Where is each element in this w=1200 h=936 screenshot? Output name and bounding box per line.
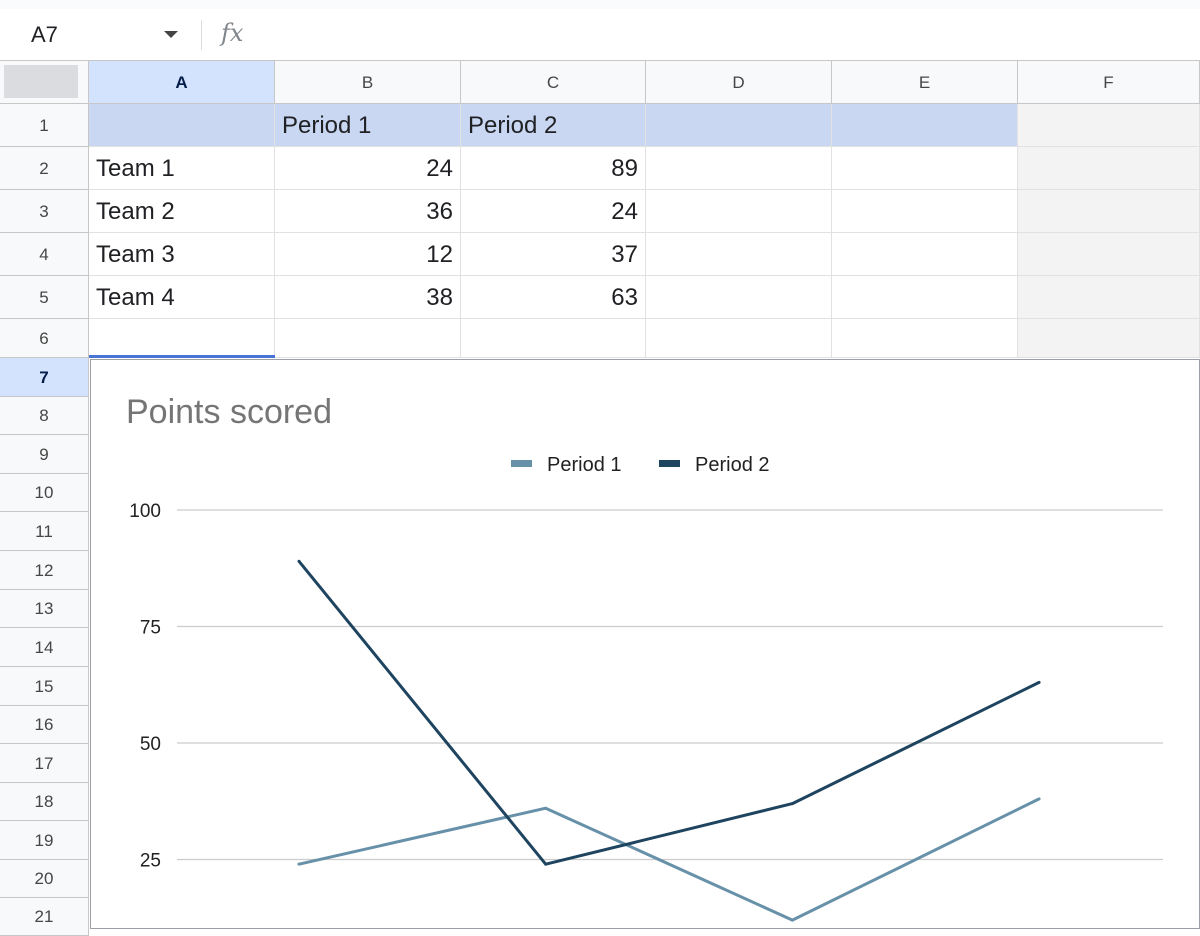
data-point-s2-1[interactable] [297, 559, 301, 563]
cell-b6[interactable] [275, 319, 461, 358]
cell-c6[interactable] [461, 319, 646, 358]
row-header-7[interactable]: 7 [0, 358, 89, 397]
cell-b5[interactable]: 38 [275, 276, 461, 319]
legend-swatch-2 [659, 460, 680, 467]
data-point-s2-2[interactable] [544, 862, 548, 866]
cell-b1[interactable]: Period 1 [275, 104, 461, 147]
cell-b4[interactable]: 12 [275, 233, 461, 276]
row-header-19[interactable]: 19 [0, 821, 89, 860]
cell-f1[interactable] [1018, 104, 1200, 147]
toolbar-strip [0, 0, 1200, 9]
column-header-e[interactable]: E [832, 61, 1018, 104]
row-header-5[interactable]: 5 [0, 276, 89, 319]
data-point-s2-4[interactable] [1037, 680, 1041, 684]
cell-a1[interactable] [89, 104, 275, 147]
row-header-1[interactable]: 1 [0, 104, 89, 147]
cell-e2[interactable] [832, 147, 1018, 190]
row-header-20[interactable]: 20 [0, 860, 89, 898]
y-tick-label-50: 50 [140, 734, 161, 755]
row-header-21[interactable]: 21 [0, 898, 89, 936]
row-header-13[interactable]: 13 [0, 590, 89, 628]
cell-f3[interactable] [1018, 190, 1200, 233]
cell-f4[interactable] [1018, 233, 1200, 276]
chart-title: Points scored [126, 393, 332, 431]
data-point-s1-2[interactable] [544, 806, 548, 810]
series-line-2[interactable] [297, 560, 1040, 866]
cell-a4[interactable]: Team 3 [89, 233, 275, 276]
cell-a5[interactable]: Team 4 [89, 276, 275, 319]
data-point-s1-3[interactable] [790, 918, 794, 922]
cell-f5[interactable] [1018, 276, 1200, 319]
row-header-2[interactable]: 2 [0, 147, 89, 190]
divider [201, 20, 202, 50]
cell-f6[interactable] [1018, 319, 1200, 358]
row-header-18[interactable]: 18 [0, 783, 89, 821]
row-header-16[interactable]: 16 [0, 706, 89, 744]
function-icon: fx [221, 19, 244, 47]
row-header-15[interactable]: 15 [0, 667, 89, 706]
row-header-6[interactable]: 6 [0, 319, 89, 358]
row-header-10[interactable]: 10 [0, 474, 89, 512]
data-point-s1-4[interactable] [1037, 797, 1041, 801]
y-tick-label-75: 75 [140, 618, 161, 639]
y-tick-label-100: 100 [129, 501, 161, 522]
cell-e6[interactable] [832, 319, 1018, 358]
cell-e1[interactable] [832, 104, 1018, 147]
row-header-14[interactable]: 14 [0, 628, 89, 667]
column-header-c[interactable]: C [461, 61, 646, 104]
cell-c5[interactable]: 63 [461, 276, 646, 319]
column-header-d[interactable]: D [646, 61, 832, 104]
row-header-9[interactable]: 9 [0, 435, 89, 474]
cell-d5[interactable] [646, 276, 832, 319]
row-header-8[interactable]: 8 [0, 397, 89, 435]
cell-e5[interactable] [832, 276, 1018, 319]
data-point-s1-1[interactable] [297, 862, 301, 866]
cell-c4[interactable]: 37 [461, 233, 646, 276]
row-header-12[interactable]: 12 [0, 551, 89, 590]
column-header-a[interactable]: A [89, 61, 275, 104]
name-box[interactable]: A7 [0, 9, 196, 60]
name-box-value: A7 [31, 22, 58, 47]
column-header-f[interactable]: F [1018, 61, 1200, 104]
cell-a6[interactable] [89, 319, 275, 358]
chart-canvas: Points scored Period 1 Period 2 100 75 50 25 [126, 393, 1163, 922]
cell-b2[interactable]: 24 [275, 147, 461, 190]
cell-f2[interactable] [1018, 147, 1200, 190]
chevron-down-icon[interactable] [164, 31, 178, 38]
cell-d2[interactable] [646, 147, 832, 190]
row-header-3[interactable]: 3 [0, 190, 89, 233]
cell-c3[interactable]: 24 [461, 190, 646, 233]
cell-e3[interactable] [832, 190, 1018, 233]
row-header-4[interactable]: 4 [0, 233, 89, 276]
row-header-11[interactable]: 11 [0, 512, 89, 551]
selection-indicator [89, 355, 275, 358]
select-all-corner[interactable] [0, 61, 89, 104]
legend-label-2: Period 2 [695, 454, 770, 476]
column-header-b[interactable]: B [275, 61, 461, 104]
cell-e4[interactable] [832, 233, 1018, 276]
cell-d1[interactable] [646, 104, 832, 147]
cell-a2[interactable]: Team 1 [89, 147, 275, 190]
y-tick-label-25: 25 [140, 851, 161, 872]
row-header-17[interactable]: 17 [0, 744, 89, 783]
line-chart[interactable]: Points scored Period 1 Period 2 100 75 50 25 [90, 359, 1200, 929]
cell-c1[interactable]: Period 2 [461, 104, 646, 147]
cell-b3[interactable]: 36 [275, 190, 461, 233]
cell-d3[interactable] [646, 190, 832, 233]
cell-a3[interactable]: Team 2 [89, 190, 275, 233]
formula-bar: A7 fx [0, 9, 1200, 61]
data-point-s2-3[interactable] [790, 802, 794, 806]
legend-swatch-1 [511, 460, 532, 467]
cell-d6[interactable] [646, 319, 832, 358]
cell-c2[interactable]: 89 [461, 147, 646, 190]
cell-d4[interactable] [646, 233, 832, 276]
legend-label-1: Period 1 [547, 454, 622, 476]
